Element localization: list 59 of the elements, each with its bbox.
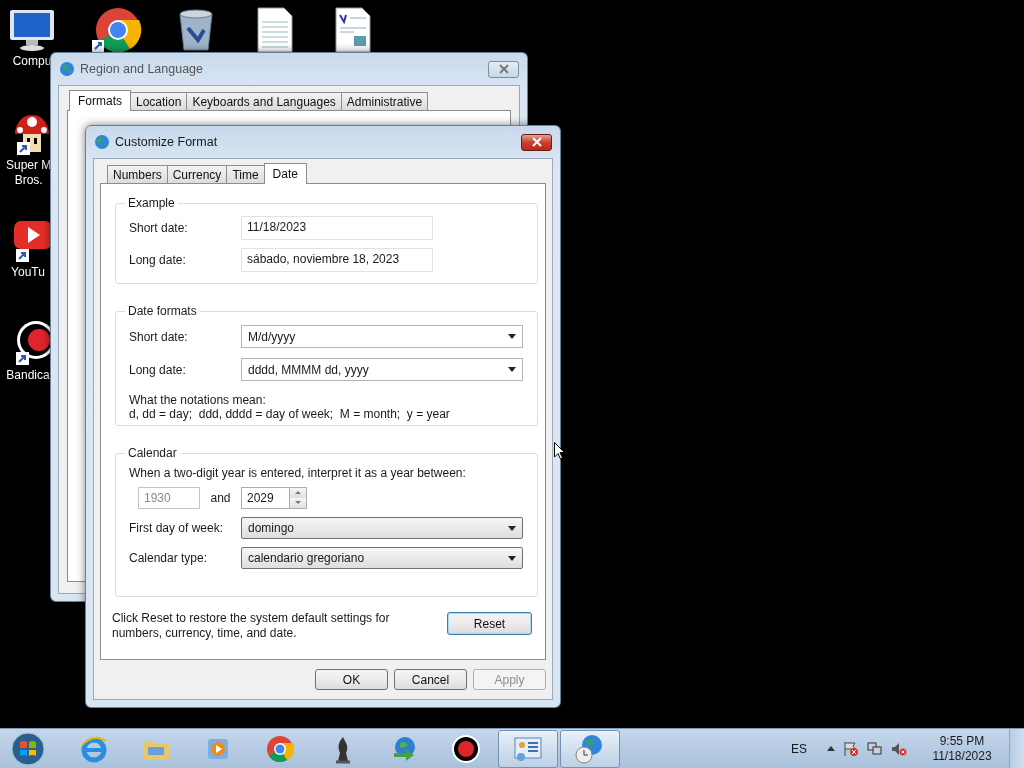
chevron-up-icon[interactable]: [827, 746, 835, 751]
dropdown-arrow-icon: [508, 555, 516, 561]
spin-up-button[interactable]: [290, 487, 306, 498]
close-icon: [497, 64, 510, 74]
field-label: Calendar type:: [129, 551, 209, 565]
globe-icon: [94, 134, 110, 150]
tab[interactable]: Numbers: [107, 165, 168, 183]
dropdown[interactable]: domingo: [241, 517, 523, 539]
dropdown-arrow-icon: [508, 525, 516, 531]
start-button[interactable]: [10, 730, 46, 767]
readonly-field: 11/18/2023: [241, 216, 433, 240]
group-title: Calendar: [127, 446, 178, 460]
combo-box[interactable]: M/d/yyyy: [241, 325, 523, 348]
tab[interactable]: Date: [263, 163, 307, 184]
year-field[interactable]: 2029: [241, 486, 289, 509]
field-label: Short date:: [129, 329, 189, 344]
tab[interactable]: Location: [130, 92, 188, 110]
tab[interactable]: Currency: [166, 165, 228, 183]
notation-title: What the notations mean:: [129, 393, 267, 407]
group-title: Example: [127, 196, 176, 210]
reset-button[interactable]: Reset: [447, 612, 532, 635]
combo-box[interactable]: dddd, MMMM dd, yyyy: [241, 358, 523, 381]
spin-down-button[interactable]: [290, 497, 306, 508]
tab[interactable]: Time: [226, 165, 265, 183]
close-icon: [530, 137, 543, 147]
window-title: Region and Language: [80, 62, 204, 76]
field-label: Long date:: [129, 362, 187, 377]
dialog-button[interactable]: Cancel: [394, 669, 467, 690]
notation-text: d, dd = day; ddd, dddd = day of week; M = month; y = year: [129, 407, 451, 421]
down-arrow-icon: [295, 501, 301, 504]
tab[interactable]: Keyboards and Languages: [186, 92, 342, 110]
dialog-button[interactable]: OK: [315, 669, 388, 690]
clock-time[interactable]: 9:55 PM: [939, 733, 985, 749]
readonly-field: sábado, noviembre 18, 2023: [241, 248, 433, 272]
reset-note: Click Reset to restore the system default settings for numbers, currency, time, and date.: [112, 611, 391, 641]
globe-icon: [59, 61, 75, 77]
and-label: and: [209, 490, 232, 505]
dialog-title: Customize Format: [115, 135, 218, 149]
dropdown[interactable]: calendario gregoriano: [241, 547, 523, 569]
up-arrow-icon: [295, 491, 301, 494]
language-indicator[interactable]: ES: [791, 741, 807, 756]
field-label: Long date:: [129, 253, 187, 267]
clock-date[interactable]: 11/18/2023: [932, 748, 992, 764]
network-icon[interactable]: [867, 740, 883, 757]
icon-label: Bandica: [6, 368, 50, 383]
tab[interactable]: Administrative: [340, 92, 429, 110]
dropdown-arrow-icon: [508, 334, 516, 339]
cursor-icon: [554, 442, 565, 460]
tab[interactable]: Formats: [69, 90, 131, 111]
two-digit-year-text: When a two-digit year is entered, interpret it as a year between:: [129, 466, 467, 480]
record-icon: [450, 732, 482, 765]
icon-label: YouTu: [11, 265, 45, 280]
field-label: First day of week:: [129, 521, 225, 535]
icon-label: Super M Bros.: [6, 158, 52, 188]
group-title: Date formats: [127, 304, 198, 318]
flag-icon[interactable]: [843, 740, 859, 757]
field-label: Short date:: [129, 221, 189, 235]
dropdown-arrow-icon: [508, 367, 516, 372]
close-button[interactable]: [521, 133, 552, 151]
